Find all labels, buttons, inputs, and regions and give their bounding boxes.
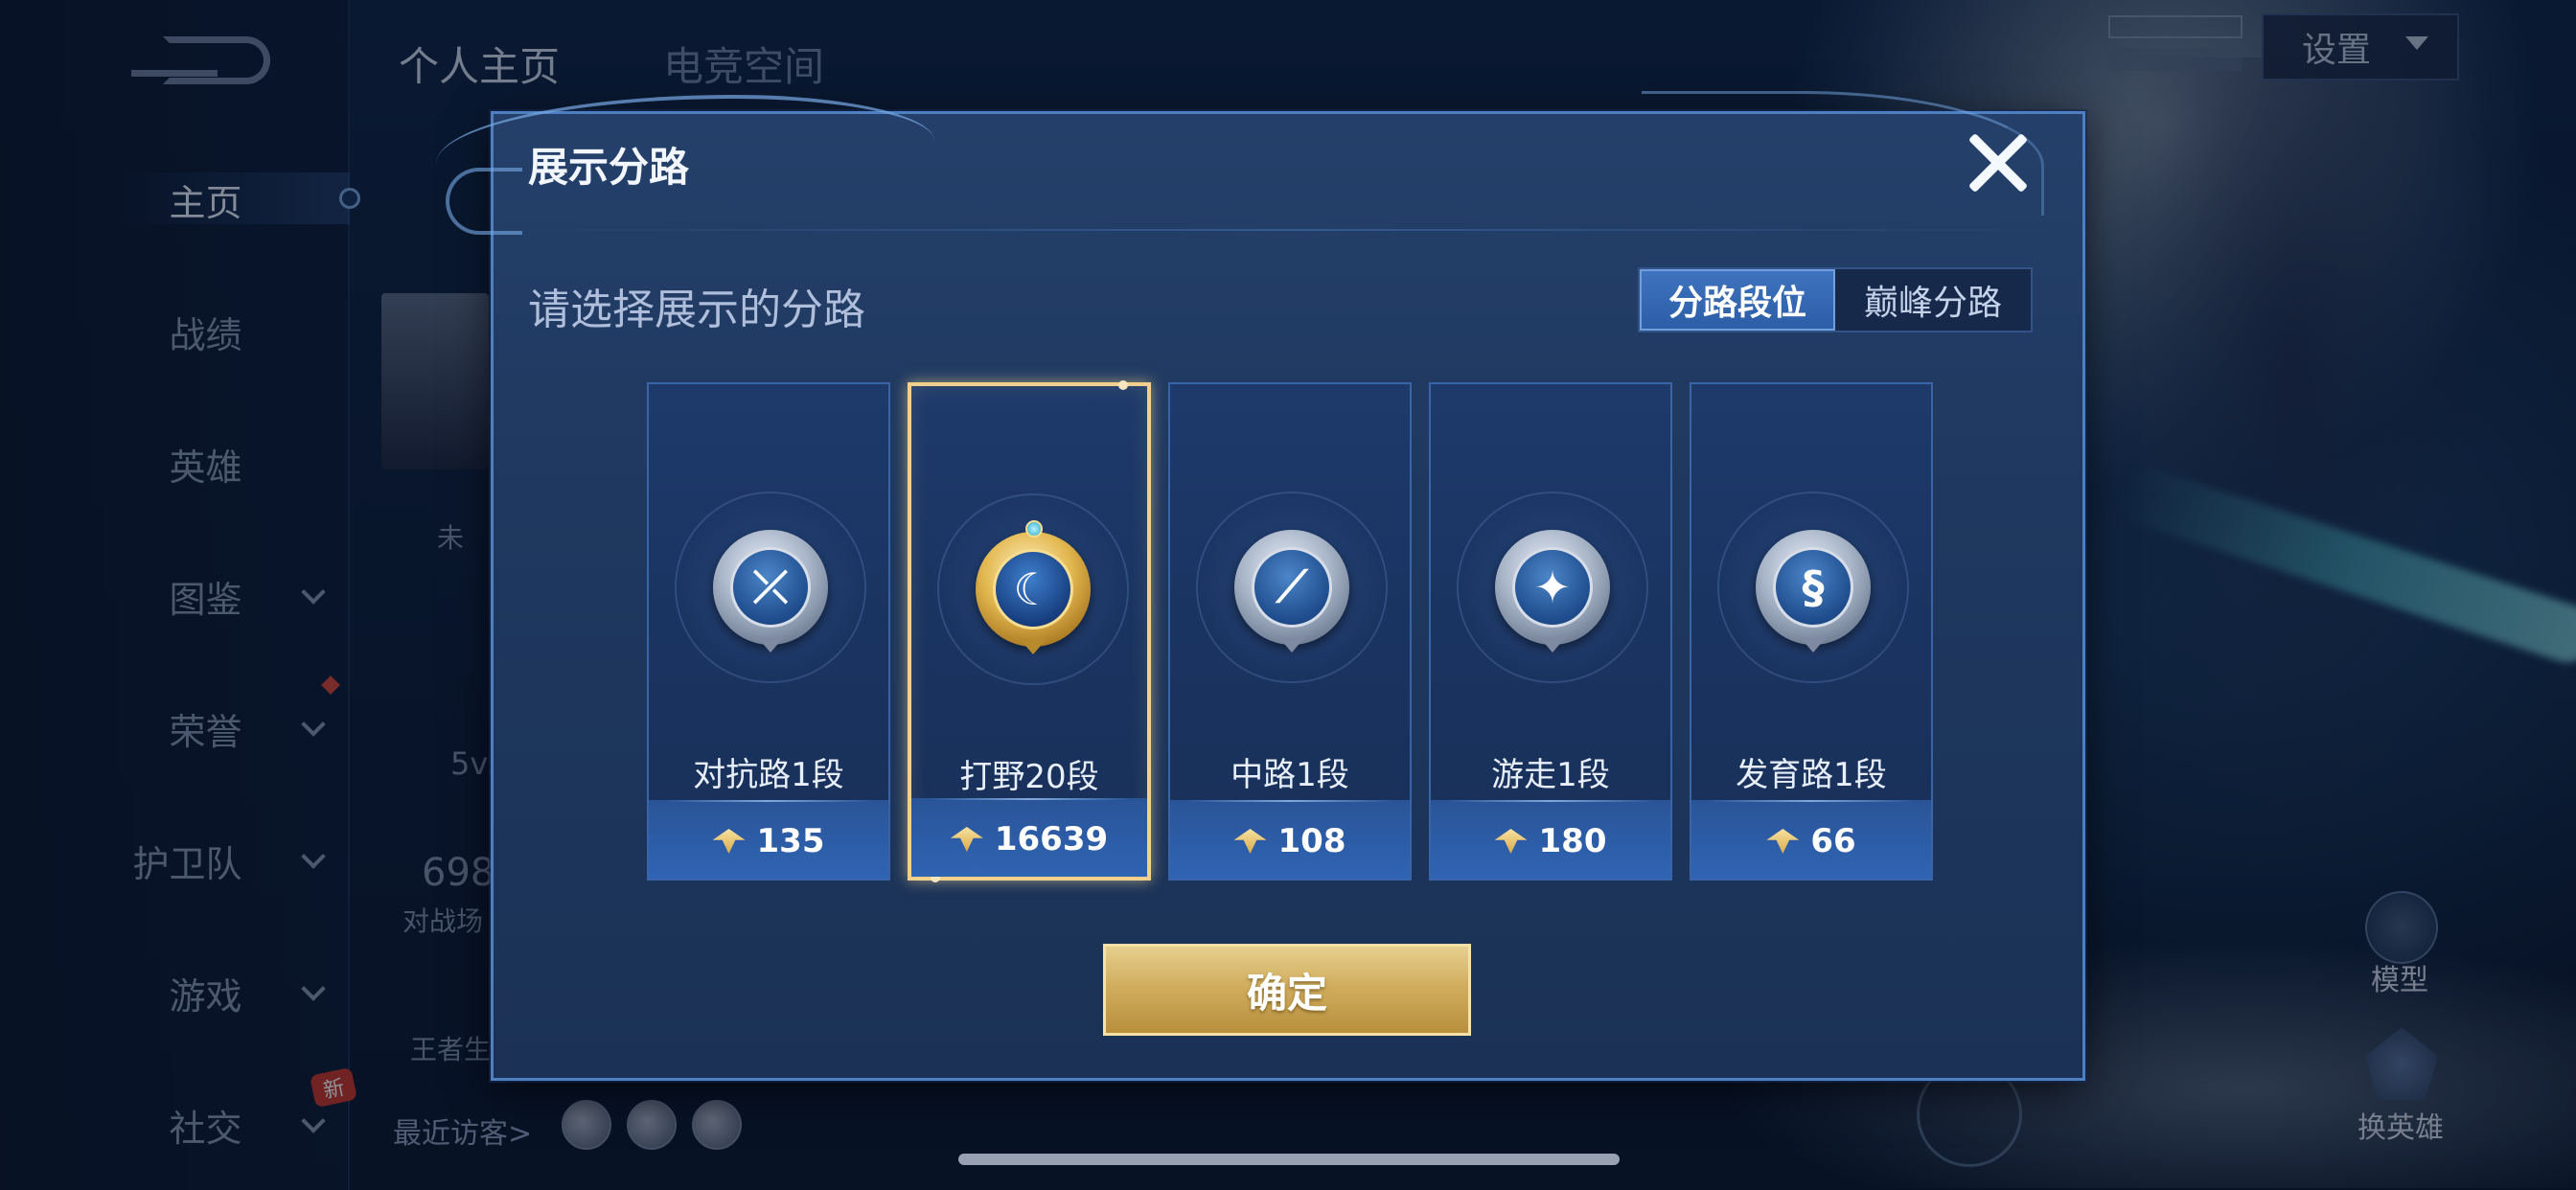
display-role-dialog: 展示分路 请选择展示的分路 分路段位 巅峰分路 ⤫ 对抗路1段 135 ☾ 打野… [436, 91, 2085, 1081]
proficiency-icon [1766, 825, 1799, 858]
role-name: 对抗路1段 [693, 756, 844, 794]
role-card-top-lane[interactable]: ⤫ 对抗路1段 135 [647, 382, 890, 881]
role-card-mid-lane[interactable]: ⟋ 中路1段 108 [1168, 382, 1412, 881]
home-indicator[interactable] [958, 1154, 1620, 1165]
role-name: 中路1段 [1230, 756, 1349, 794]
confirm-button[interactable]: 确定 [1103, 944, 1471, 1036]
gem-icon [1025, 520, 1043, 538]
role-name: 打野20段 [959, 758, 1099, 796]
score-value: 108 [1277, 822, 1346, 860]
decorative-swirl [446, 168, 522, 235]
proficiency-icon [951, 823, 983, 856]
emblem-glyph: ✦ [1512, 547, 1593, 628]
dialog-title: 展示分路 [528, 144, 690, 191]
role-card-roam[interactable]: ✦ 游走1段 180 [1429, 382, 1672, 881]
tab-peak-role[interactable]: 巅峰分路 [1835, 269, 2031, 331]
score-value: 180 [1538, 822, 1607, 860]
dragon-icon: ☾ [976, 520, 1091, 647]
tab-role-rank[interactable]: 分路段位 [1640, 269, 1835, 331]
bow-icon: § [1756, 530, 1871, 645]
close-icon[interactable] [1964, 129, 2031, 196]
proficiency-icon [713, 825, 746, 858]
emblem-glyph: ⟋ [1252, 547, 1332, 628]
role-score: 16639 [911, 815, 1147, 863]
role-score: 66 [1691, 817, 1931, 865]
role-card-list: ⤫ 对抗路1段 135 ☾ 打野20段 16639 ⟋ 中路1段 108 ✦ 游… [647, 380, 1935, 882]
role-score: 108 [1170, 817, 1410, 865]
role-card-jungle[interactable]: ☾ 打野20段 16639 [908, 380, 1151, 882]
score-value: 135 [756, 822, 825, 860]
emblem-glyph: ⤫ [730, 547, 811, 628]
role-name: 发育路1段 [1736, 756, 1887, 794]
emblem-glyph: § [1773, 547, 1853, 628]
sparkle-icon [1118, 380, 1128, 390]
staff-icon: ⟋ [1234, 530, 1349, 645]
role-name: 游走1段 [1491, 756, 1610, 794]
divider [494, 229, 2082, 231]
role-mode-toggle: 分路段位 巅峰分路 [1638, 267, 2033, 332]
score-value: 66 [1810, 822, 1856, 860]
role-card-bot-lane[interactable]: § 发育路1段 66 [1690, 382, 1933, 881]
wings-icon: ✦ [1495, 530, 1610, 645]
role-score: 135 [649, 817, 888, 865]
crossed-swords-icon: ⤫ [713, 530, 828, 645]
dialog-subtitle: 请选择展示的分路 [528, 286, 865, 334]
emblem-glyph: ☾ [993, 549, 1073, 629]
score-value: 16639 [994, 820, 1109, 858]
proficiency-icon [1495, 825, 1528, 858]
proficiency-icon [1234, 825, 1267, 858]
role-score: 180 [1431, 817, 1670, 865]
